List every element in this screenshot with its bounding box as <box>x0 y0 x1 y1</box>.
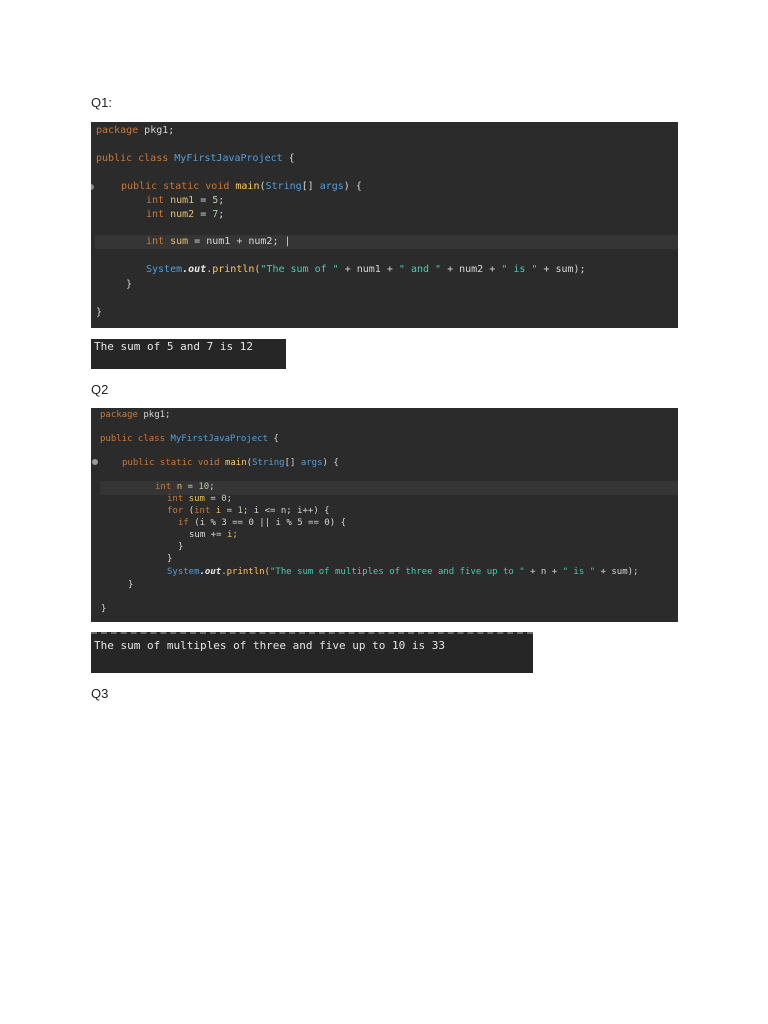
code-line: int num1 = 5; <box>146 194 678 208</box>
code-line: } <box>101 603 678 617</box>
question-label-q3: Q3 <box>91 686 109 701</box>
code-screenshot-q1: package pkg1; public class MyFirstJavaPr… <box>91 122 678 328</box>
code-line: } <box>128 579 678 593</box>
code-token: sum <box>188 494 205 504</box>
code-token: + n + <box>524 567 563 577</box>
code-token: 10 <box>198 482 210 492</box>
code-token: int <box>167 494 189 504</box>
code-line: public class MyFirstJavaProject { <box>100 433 678 447</box>
code-token: int <box>146 195 171 206</box>
breakpoint-icon <box>91 184 94 190</box>
code-token: = <box>204 494 222 504</box>
code-token: = num1 + num2; | <box>188 236 291 247</box>
code-token: { <box>268 434 279 444</box>
code-token: pkg1; <box>138 125 175 136</box>
code-token: MyFirstJavaProject <box>174 153 283 164</box>
code-line: package pkg1; <box>100 409 678 423</box>
code-token: ; <box>218 195 225 206</box>
breakpoint-icon <box>92 459 98 465</box>
console-output-q1: The sum of 5 and 7 is 12 <box>91 339 286 369</box>
code-token: num1 <box>170 195 195 206</box>
code-line: } <box>167 553 678 567</box>
code-token: int <box>194 506 216 516</box>
code-token: ; <box>209 482 215 492</box>
code-token: [] <box>301 181 320 192</box>
console-output-q2: The sum of multiples of three and five u… <box>91 632 533 673</box>
code-token: i; <box>226 530 238 540</box>
code-line: } <box>96 306 678 320</box>
code-token: System <box>146 264 183 275</box>
code-token: main <box>235 181 260 192</box>
code-token: sum += <box>189 530 227 540</box>
code-token: public class <box>100 434 171 444</box>
code-line: System.out.println("The sum of multiples… <box>167 566 678 580</box>
code-token: = <box>194 195 213 206</box>
code-token: int <box>146 236 171 247</box>
code-line: } <box>126 278 678 292</box>
code-line: System.out.println("The sum of " + num1 … <box>146 263 678 277</box>
code-token: ; <box>218 209 225 220</box>
code-token: .println( <box>206 264 261 275</box>
code-token: } <box>126 279 133 290</box>
question-label-q2: Q2 <box>91 382 109 397</box>
code-token: .out <box>182 264 207 275</box>
code-token: ) { <box>343 181 362 192</box>
code-token: System <box>167 567 200 577</box>
code-token: + num1 + <box>338 264 399 275</box>
code-line: int sum = num1 + num2; | <box>146 235 678 249</box>
code-token: } <box>178 542 184 552</box>
code-token: num2 <box>170 209 195 220</box>
code-token: = <box>194 209 213 220</box>
code-screenshot-q2: package pkg1; public class MyFirstJavaPr… <box>91 408 678 622</box>
code-token: " is " <box>501 264 538 275</box>
code-line: int num2 = 7; <box>146 208 678 222</box>
code-token: } <box>128 580 134 590</box>
question-label-q1: Q1: <box>91 95 112 110</box>
code-token: public static void <box>121 181 236 192</box>
code-token: if <box>178 518 195 528</box>
code-token: .println( <box>221 567 270 577</box>
code-token: = <box>182 482 199 492</box>
code-token: } <box>101 604 107 614</box>
code-token: + sum); <box>537 264 586 275</box>
code-token: main <box>224 458 247 468</box>
code-token: package <box>96 125 139 136</box>
code-token: } <box>96 307 103 318</box>
code-token: String <box>252 458 285 468</box>
code-token: public class <box>96 153 175 164</box>
code-token: sum <box>170 236 189 247</box>
code-line: package pkg1; <box>96 124 678 138</box>
code-token: ; <box>226 494 233 504</box>
code-line: public static void main(String[] args) { <box>122 457 678 471</box>
code-token: " is " <box>562 567 596 577</box>
code-token: ; i <= n; i++) { <box>242 506 330 516</box>
code-line: public class MyFirstJavaProject { <box>96 152 678 166</box>
code-token: [] <box>284 458 301 468</box>
code-token: { <box>282 153 295 164</box>
code-token: package <box>100 410 138 420</box>
code-token: pkg1; <box>137 410 171 420</box>
code-token: public static void <box>122 458 225 468</box>
code-token: " and " <box>398 264 442 275</box>
code-token: + sum); <box>595 567 639 577</box>
code-line: public static void main(String[] args) { <box>121 180 678 194</box>
code-token: int <box>155 482 177 492</box>
code-token: } <box>167 554 173 564</box>
code-token: (i % 3 == 0 || i % 5 == 0) { <box>194 518 346 528</box>
code-token: = <box>221 506 238 516</box>
code-token: args <box>300 458 323 468</box>
code-token: for <box>167 506 189 516</box>
code-token: ) { <box>322 458 339 468</box>
code-token: args <box>319 181 344 192</box>
code-token: .out <box>199 567 222 577</box>
code-token: String <box>265 181 302 192</box>
code-token: "The sum of " <box>260 264 339 275</box>
code-token: MyFirstJavaProject <box>170 434 268 444</box>
code-token: + num2 + <box>441 264 502 275</box>
code-token: int <box>146 209 171 220</box>
code-token: "The sum of multiples of three and five … <box>269 567 525 577</box>
